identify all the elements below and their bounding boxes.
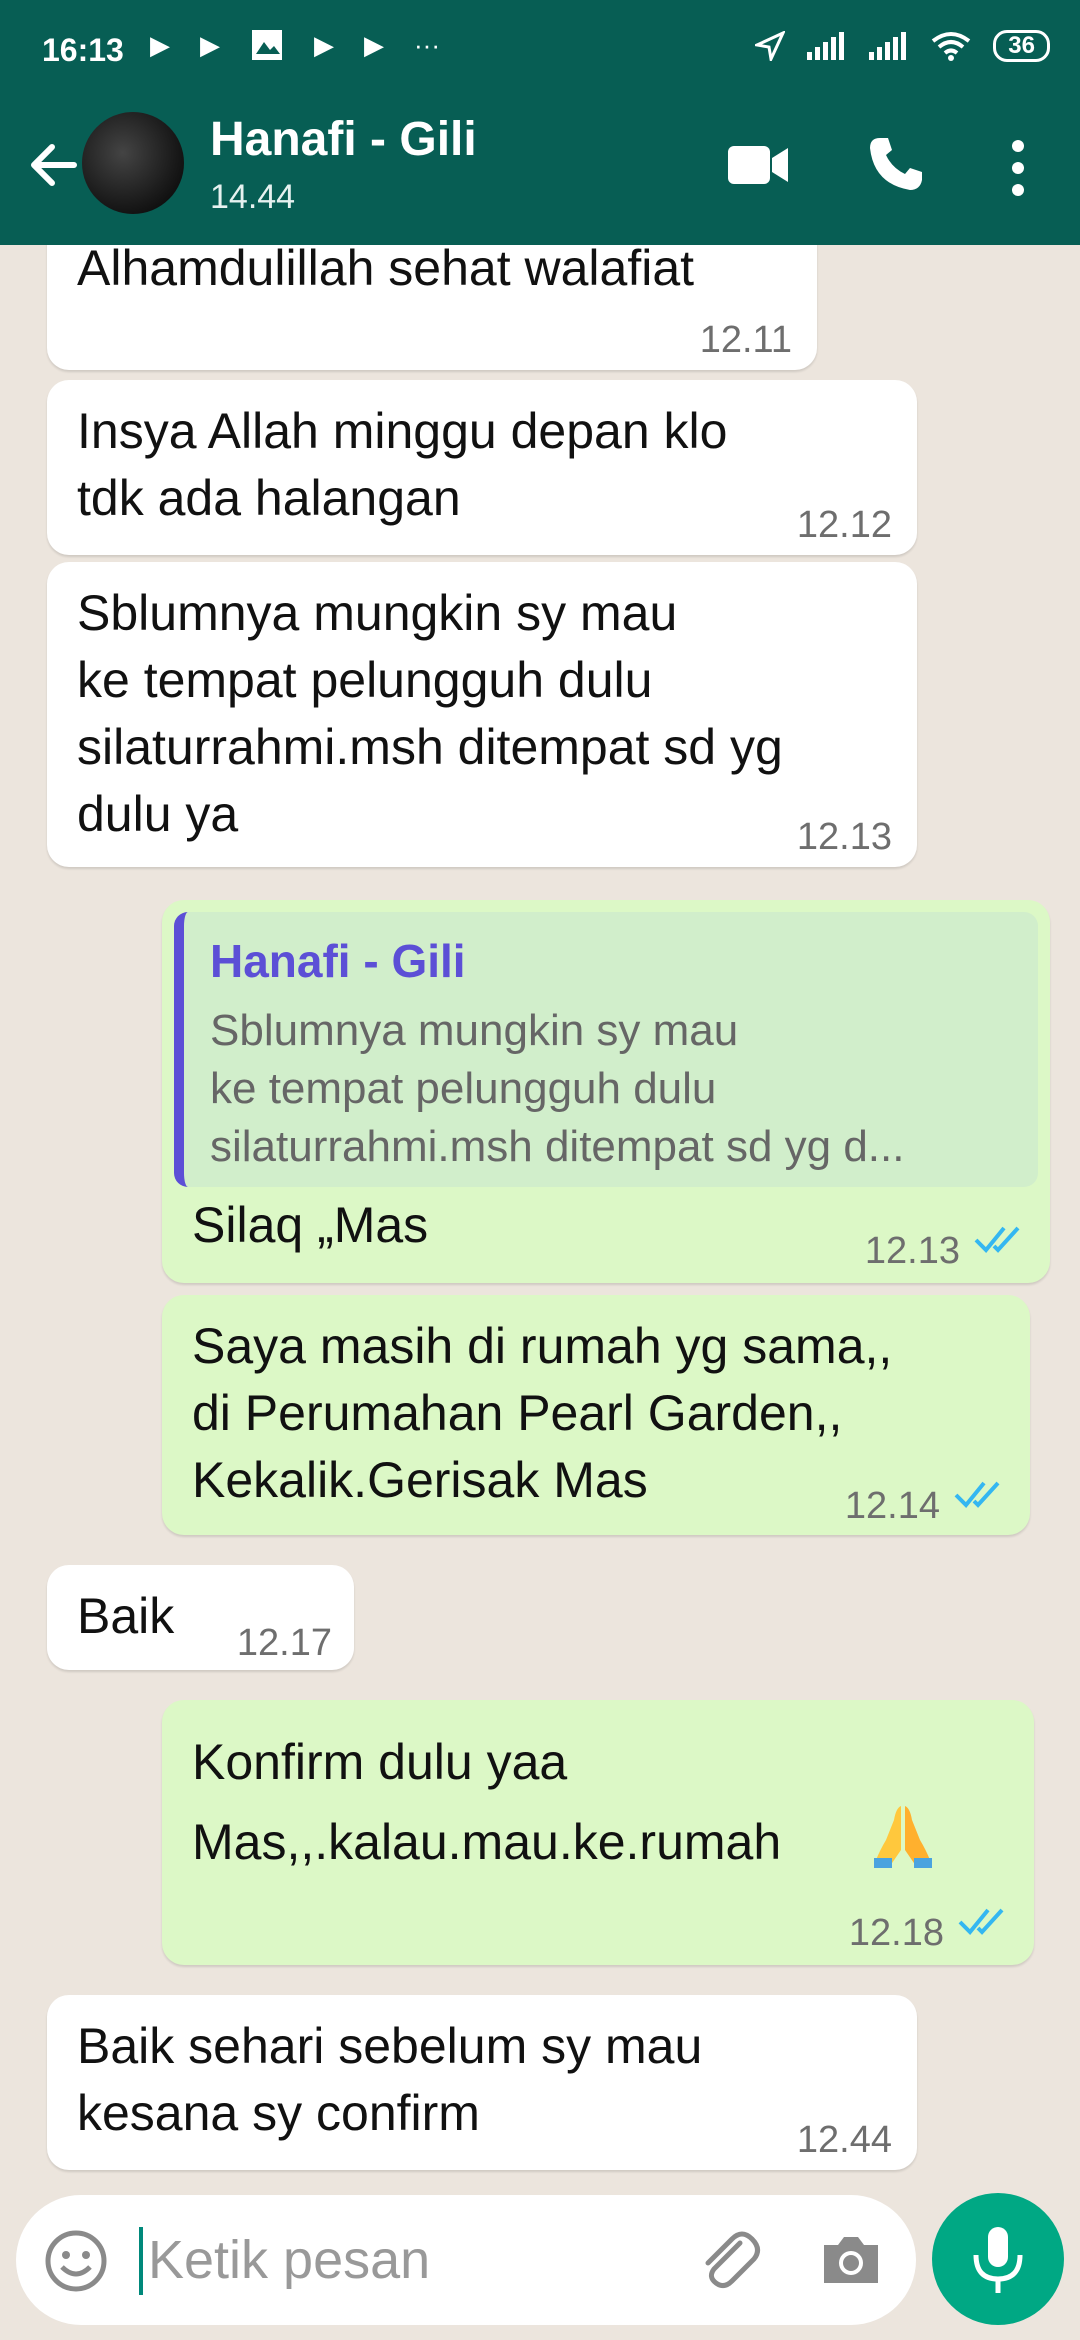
message-list[interactable]: Alhamdulillah sehat walafiat 12.11 Insya… — [0, 245, 1080, 2190]
quoted-sender: Hanafi - Gili — [210, 935, 466, 987]
incoming-message[interactable]: Alhamdulillah sehat walafiat 12.11 — [47, 245, 817, 370]
signal-icon — [869, 32, 907, 60]
camera-icon[interactable] — [816, 2225, 886, 2295]
incoming-message[interactable]: Sblumnya mungkin sy mau ke tempat pelung… — [47, 562, 917, 867]
battery-icon: 36 — [993, 30, 1050, 62]
read-receipt-icon — [958, 1908, 1004, 1935]
read-receipt-icon — [954, 1481, 1000, 1508]
message-composer — [16, 2195, 916, 2325]
back-arrow-icon[interactable] — [18, 130, 88, 200]
message-time: 12.17 — [236, 1622, 332, 1664]
location-icon — [755, 31, 786, 61]
signal-icon — [807, 32, 845, 60]
message-time: 12.13 — [796, 816, 892, 858]
text-cursor — [139, 2227, 143, 2295]
message-time: 12.13 — [864, 1230, 960, 1272]
message-text: Konfirm dulu yaa Mas,,.kalau.mau.ke.ruma… — [192, 1734, 782, 1870]
last-seen: 14.44 — [210, 178, 296, 216]
message-time: 12.14 — [844, 1485, 940, 1527]
message-text: Alhamdulillah sehat walafiat — [77, 245, 695, 296]
message-input[interactable] — [146, 2219, 670, 2301]
more-dots-icon: ··· — [414, 29, 440, 60]
play-icon: ▶ — [150, 29, 170, 60]
mic-icon — [973, 2227, 1023, 2293]
message-time: 12.12 — [796, 504, 892, 546]
play-icon: ▶ — [364, 29, 384, 60]
message-time: 12.44 — [796, 2119, 892, 2161]
folded-hands-emoji-icon — [874, 1806, 932, 1868]
quoted-text: Sblumnya mungkin sy mau ke tempat pelung… — [210, 1006, 905, 1171]
video-call-icon[interactable] — [726, 140, 790, 190]
incoming-message[interactable]: Baik 12.17 — [47, 1565, 354, 1670]
message-text: Sblumnya mungkin sy mau ke tempat pelung… — [77, 585, 783, 842]
outgoing-message[interactable]: Hanafi - Gili Sblumnya mungkin sy mau ke… — [162, 900, 1050, 1283]
photo-icon — [252, 30, 282, 60]
notification-icons: ▶ ▶ ▶ ▶ ··· — [150, 28, 440, 62]
attach-icon[interactable] — [694, 2225, 764, 2295]
play-icon: ▶ — [200, 29, 220, 60]
message-text: Baik sehari sebelum sy mau kesana sy con… — [77, 2018, 703, 2141]
avatar[interactable] — [82, 112, 184, 214]
incoming-message[interactable]: Baik sehari sebelum sy mau kesana sy con… — [47, 1995, 917, 2170]
mic-button[interactable] — [932, 2193, 1064, 2325]
emoji-icon[interactable] — [44, 2229, 108, 2293]
outgoing-message[interactable]: Saya masih di rumah yg sama,, di Perumah… — [162, 1295, 1030, 1535]
read-receipt-icon — [974, 1226, 1020, 1253]
contact-name[interactable]: Hanafi - Gili — [210, 112, 477, 167]
message-text: Insya Allah minggu depan klo tdk ada hal… — [77, 403, 728, 526]
message-text: Saya masih di rumah yg sama,, di Perumah… — [192, 1318, 893, 1508]
status-bar: 16:13 ▶ ▶ ▶ ▶ ··· 36 — [0, 0, 1080, 100]
message-time: 12.11 — [699, 319, 792, 361]
more-vert-icon[interactable] — [1000, 138, 1036, 198]
status-time: 16:13 — [42, 32, 124, 68]
wifi-icon — [932, 32, 971, 61]
message-text: Silaq „Mas — [192, 1197, 429, 1253]
outgoing-message[interactable]: Konfirm dulu yaa Mas,,.kalau.mau.ke.ruma… — [162, 1700, 1034, 1965]
message-text: Baik — [77, 1588, 175, 1644]
play-icon: ▶ — [314, 29, 334, 60]
system-icons: 36 — [755, 30, 1050, 62]
incoming-message[interactable]: Insya Allah minggu depan klo tdk ada hal… — [47, 380, 917, 555]
phone-icon[interactable] — [866, 134, 926, 194]
quoted-message[interactable]: Hanafi - Gili Sblumnya mungkin sy mau ke… — [174, 912, 1038, 1187]
chat-header: Hanafi - Gili 14.44 — [0, 100, 1080, 245]
message-time: 12.18 — [848, 1912, 944, 1954]
